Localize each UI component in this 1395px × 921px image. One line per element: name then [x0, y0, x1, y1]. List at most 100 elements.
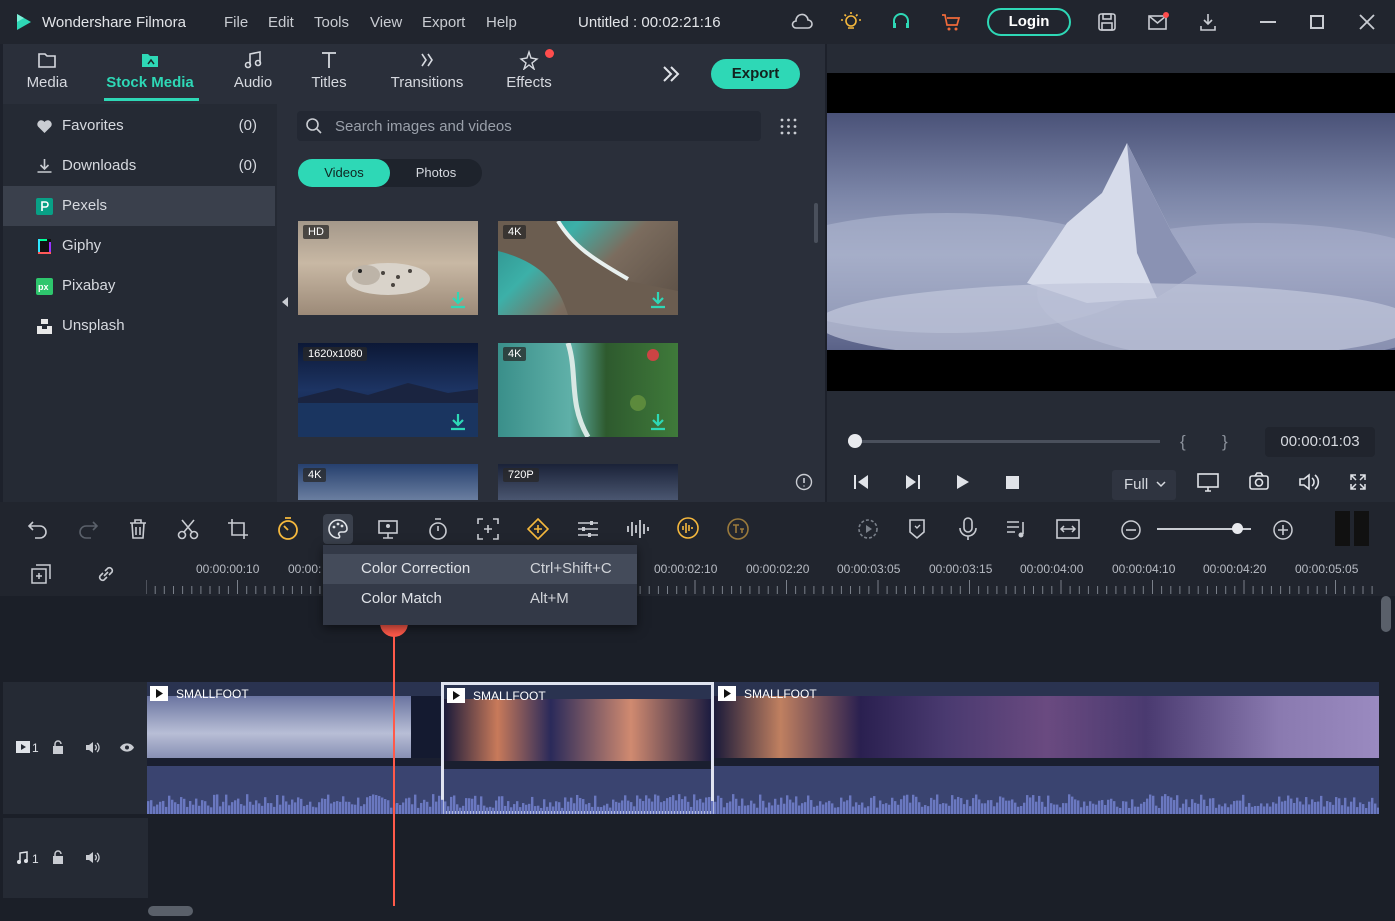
menu-tools[interactable]: Tools — [314, 14, 349, 31]
undo-icon[interactable] — [27, 519, 49, 539]
lock-icon[interactable] — [52, 740, 64, 754]
sidebar-item-favorites[interactable]: Favorites (0) — [3, 106, 275, 146]
close-icon[interactable] — [1358, 13, 1376, 31]
redo-icon[interactable] — [77, 519, 99, 539]
track-volume-icon[interactable] — [85, 851, 101, 864]
tab-transitions[interactable]: Transitions — [383, 48, 471, 98]
mail-icon[interactable] — [1147, 12, 1169, 32]
duration-timer-icon[interactable] — [427, 517, 449, 541]
link-icon[interactable] — [96, 564, 116, 584]
next-frame-icon[interactable] — [903, 474, 921, 490]
sidebar-item-giphy[interactable]: Giphy — [3, 226, 275, 266]
adjust-sliders-icon[interactable] — [577, 518, 599, 540]
menu-export[interactable]: Export — [422, 14, 465, 31]
speech-to-text-icon[interactable] — [726, 517, 750, 541]
save-icon[interactable] — [1097, 12, 1117, 32]
grid-view-icon[interactable] — [780, 118, 797, 135]
stop-icon[interactable] — [1006, 476, 1019, 489]
fit-timeline-icon[interactable] — [1056, 518, 1080, 540]
tab-stock-media[interactable]: Stock Media — [100, 48, 200, 98]
search-input[interactable]: Search images and videos — [297, 111, 761, 141]
volume-icon[interactable] — [1298, 472, 1320, 492]
thumbnail-aerial-beach[interactable]: 4K — [498, 343, 678, 437]
ruler-label: 00:00:00:10 — [196, 562, 260, 576]
info-icon[interactable] — [795, 473, 813, 491]
quality-select[interactable]: Full — [1112, 470, 1176, 500]
download-icon — [37, 159, 52, 173]
cloud-icon[interactable] — [790, 12, 814, 32]
preview-progress-handle[interactable] — [848, 434, 862, 448]
keyframe-icon[interactable] — [526, 517, 550, 541]
audio-waveform-icon[interactable] — [626, 518, 650, 540]
tab-audio[interactable]: Audio — [224, 48, 282, 98]
previous-frame-icon[interactable] — [853, 474, 871, 490]
cart-icon[interactable] — [940, 12, 962, 32]
menu-item-color-correction[interactable]: Color Correction Ctrl+Shift+C — [323, 554, 637, 584]
thumbnail-milky-way[interactable]: 720P — [498, 464, 678, 500]
green-screen-icon[interactable] — [377, 518, 399, 540]
thumbnail-coast[interactable]: 4K — [498, 221, 678, 315]
login-button[interactable]: Login — [987, 8, 1071, 36]
thumbnail-night-lake[interactable]: 1620x1080 — [298, 343, 478, 437]
menu-item-color-match[interactable]: Color Match Alt+M — [323, 584, 637, 614]
tab-titles-label: Titles — [311, 74, 347, 91]
export-button[interactable]: Export — [711, 59, 800, 89]
fullscreen-icon[interactable] — [1350, 474, 1366, 490]
speed-icon[interactable] — [276, 517, 300, 541]
timeline-horizontal-scrollbar[interactable] — [148, 906, 193, 916]
lock-icon[interactable] — [52, 850, 64, 864]
display-settings-icon[interactable] — [1197, 472, 1219, 492]
videos-toggle[interactable]: Videos — [298, 159, 390, 187]
zoom-slider-handle[interactable] — [1232, 523, 1243, 534]
track-volume-icon[interactable] — [85, 741, 101, 754]
playhead-line[interactable] — [393, 596, 395, 906]
zoom-out-icon[interactable] — [1120, 519, 1142, 541]
tab-media[interactable]: Media — [18, 48, 76, 98]
clip-title: SMALLFOOT — [744, 687, 817, 701]
delete-icon[interactable] — [128, 518, 148, 540]
add-track-icon[interactable] — [31, 564, 51, 584]
render-preview-icon[interactable] — [857, 518, 879, 540]
voiceover-list-icon[interactable] — [1006, 518, 1028, 540]
sidebar-item-downloads[interactable]: Downloads (0) — [3, 146, 275, 186]
zoom-in-icon[interactable] — [1272, 519, 1294, 541]
double-chevron-right-icon[interactable] — [660, 63, 682, 85]
eye-icon[interactable] — [119, 742, 135, 753]
headset-icon[interactable] — [890, 11, 912, 33]
thumbnail-sky[interactable]: 4K — [298, 464, 478, 500]
crop-icon[interactable] — [227, 518, 249, 540]
mark-out-icon[interactable]: } — [1222, 432, 1228, 452]
bulb-icon[interactable] — [840, 11, 862, 33]
sidebar-item-pexels[interactable]: Pexels — [3, 186, 275, 226]
resolution-badge: 720P — [503, 468, 539, 482]
collapse-sidebar-icon[interactable] — [281, 296, 289, 308]
sidebar-item-unsplash[interactable]: Unsplash — [3, 306, 275, 346]
music-track-icon — [16, 851, 28, 865]
minimize-icon[interactable] — [1260, 21, 1276, 23]
ruler-label: 00:00:02:10 — [654, 562, 718, 576]
menu-edit[interactable]: Edit — [268, 14, 294, 31]
menu-item-shortcut: Alt+M — [530, 590, 569, 607]
sidebar-label: Unsplash — [62, 317, 125, 334]
audio-beat-icon[interactable] — [676, 516, 700, 540]
stabilize-icon[interactable] — [477, 518, 499, 540]
microphone-icon[interactable] — [957, 517, 979, 541]
maximize-icon[interactable] — [1310, 15, 1324, 29]
media-scrollbar[interactable] — [814, 203, 818, 243]
marker-icon[interactable] — [907, 518, 927, 540]
preview-progress-track[interactable] — [848, 440, 1160, 443]
snapshot-camera-icon[interactable] — [1249, 472, 1269, 490]
color-palette-button[interactable] — [323, 514, 353, 544]
menu-file[interactable]: File — [224, 14, 248, 31]
sidebar-item-pixabay[interactable]: px Pixabay — [3, 266, 275, 306]
menu-view[interactable]: View — [370, 14, 402, 31]
timeline-vertical-scrollbar[interactable] — [1381, 596, 1391, 632]
play-icon[interactable] — [955, 474, 971, 490]
photos-toggle[interactable]: Photos — [390, 159, 482, 187]
menu-help[interactable]: Help — [486, 14, 517, 31]
thumbnail-seal[interactable]: HD — [298, 221, 478, 315]
tab-titles[interactable]: Titles — [300, 48, 358, 98]
download-update-icon[interactable] — [1198, 12, 1218, 32]
cut-icon[interactable] — [177, 518, 199, 540]
mark-in-icon[interactable]: { — [1180, 432, 1186, 452]
